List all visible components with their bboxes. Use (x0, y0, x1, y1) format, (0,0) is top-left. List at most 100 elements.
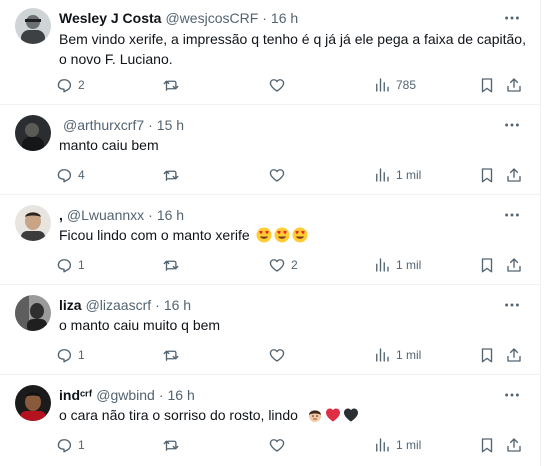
share-icon (505, 256, 523, 274)
tweet[interactable]: liza @lizaascrf · 16 h o manto caiu muit… (0, 285, 540, 375)
reply-button[interactable]: 1 (55, 435, 85, 455)
tweet[interactable]: indᶜʳᶠ @gwbind · 16 h o cara não tira o … (0, 375, 540, 466)
bookmark-button[interactable] (478, 345, 496, 365)
scrollbar-track[interactable] (540, 0, 559, 466)
share-icon (505, 166, 523, 184)
views-count: 1 mil (396, 438, 422, 452)
share-button[interactable] (505, 75, 523, 95)
user-handle[interactable]: @arthurxcrf7 (63, 115, 144, 135)
tweet-text-content: Ficou lindo com o manto xerife (59, 227, 250, 243)
like-count: 2 (291, 258, 298, 272)
heart-icon (268, 76, 286, 94)
reply-bubble-icon (55, 346, 73, 364)
action-bar: 1 2 1 mil (55, 255, 522, 275)
separator-dot: · (262, 10, 267, 26)
share-button[interactable] (505, 165, 523, 185)
reply-button[interactable]: 2 (55, 75, 85, 95)
tweet-header: @arthurxcrf7 · 15 h (59, 115, 184, 135)
bookmark-button[interactable] (478, 165, 496, 185)
views-button[interactable]: 1 mil (373, 255, 421, 275)
heart-eyes-emoji-icon (292, 227, 308, 243)
retweet-icon (162, 256, 180, 274)
reply-button[interactable]: 1 (55, 345, 85, 365)
tweet-text: Ficou lindo com o manto xerife (59, 225, 529, 245)
tweet-text: manto caiu bem (59, 137, 159, 153)
timestamp[interactable]: 16 h (271, 8, 298, 28)
retweet-button[interactable] (162, 75, 185, 95)
views-button[interactable]: 1 mil (373, 435, 421, 455)
share-icon (505, 346, 523, 364)
retweet-icon (162, 436, 180, 454)
user-handle[interactable]: @gwbind (96, 385, 155, 405)
like-button[interactable] (268, 345, 291, 365)
avatar[interactable] (15, 385, 51, 421)
share-button[interactable] (505, 345, 523, 365)
reply-count: 4 (78, 168, 85, 182)
more-dots-icon[interactable] (502, 115, 522, 135)
more-dots-icon[interactable] (502, 295, 522, 315)
display-name[interactable]: liza (59, 295, 82, 315)
tweet[interactable]: @arthurxcrf7 · 15 h manto caiu bem 4 1 m… (0, 105, 540, 195)
reply-count: 1 (78, 438, 85, 452)
bookmark-button[interactable] (478, 255, 496, 275)
avatar[interactable] (15, 115, 51, 151)
action-bar: 4 1 mil (55, 165, 522, 185)
views-button[interactable]: 785 (373, 75, 416, 95)
tweet-text: o cara não tira o sorriso do rosto, lind… (59, 405, 529, 425)
retweet-button[interactable] (162, 165, 185, 185)
views-bars-icon (373, 256, 391, 274)
display-name[interactable]: , (59, 205, 63, 225)
like-button[interactable] (268, 165, 291, 185)
bookmark-icon (478, 436, 496, 454)
tweet-header: indᶜʳᶠ @gwbind · 16 h (59, 385, 195, 405)
views-button[interactable]: 1 mil (373, 345, 421, 365)
reply-count: 1 (78, 258, 85, 272)
separator-dot: · (155, 297, 160, 313)
reply-bubble-icon (55, 436, 73, 454)
tweet-text-line: o novo F. Luciano. (59, 51, 173, 67)
action-bar: 2 785 (55, 75, 522, 95)
more-dots-icon[interactable] (502, 8, 522, 28)
separator-dot: · (148, 207, 153, 223)
timestamp[interactable]: 16 h (164, 295, 191, 315)
views-button[interactable]: 1 mil (373, 165, 421, 185)
views-count: 1 mil (396, 348, 422, 362)
tweet[interactable]: , @Lwuannxx · 16 h Ficou lindo com o man… (0, 195, 540, 285)
tweet-text: Bem vindo xerife, a impressão q tenho é … (59, 29, 529, 69)
user-handle[interactable]: @Lwuannxx (67, 205, 144, 225)
retweet-button[interactable] (162, 345, 185, 365)
reply-bubble-icon (55, 76, 73, 94)
timestamp[interactable]: 16 h (167, 385, 194, 405)
user-handle[interactable]: @wesjcosCRF (165, 8, 258, 28)
like-button[interactable] (268, 435, 291, 455)
display-name[interactable]: indᶜʳᶠ (59, 385, 92, 405)
views-bars-icon (373, 76, 391, 94)
avatar[interactable] (15, 295, 51, 331)
reply-button[interactable]: 4 (55, 165, 85, 185)
tweet[interactable]: Wesley J Costa @wesjcosCRF · 16 h Bem vi… (0, 0, 540, 105)
timestamp[interactable]: 16 h (157, 205, 184, 225)
bookmark-button[interactable] (478, 75, 496, 95)
heart-icon (268, 166, 286, 184)
avatar[interactable] (15, 205, 51, 241)
more-dots-icon[interactable] (502, 205, 522, 225)
display-name[interactable]: Wesley J Costa (59, 8, 161, 28)
like-button[interactable]: 2 (268, 255, 298, 275)
timestamp[interactable]: 15 h (157, 115, 184, 135)
more-dots-icon[interactable] (502, 385, 522, 405)
avatar[interactable] (15, 8, 51, 44)
retweet-button[interactable] (162, 255, 185, 275)
views-count: 1 mil (396, 258, 422, 272)
share-button[interactable] (505, 435, 523, 455)
reply-count: 1 (78, 348, 85, 362)
tweet-text-line: Bem vindo xerife, a impressão q tenho é … (59, 31, 526, 47)
bookmark-icon (478, 256, 496, 274)
retweet-button[interactable] (162, 435, 185, 455)
share-button[interactable] (505, 255, 523, 275)
share-icon (505, 436, 523, 454)
user-handle[interactable]: @lizaascrf (86, 295, 152, 315)
reply-button[interactable]: 1 (55, 255, 85, 275)
like-button[interactable] (268, 75, 291, 95)
bookmark-button[interactable] (478, 435, 496, 455)
black-heart-emoji-icon (343, 408, 358, 422)
